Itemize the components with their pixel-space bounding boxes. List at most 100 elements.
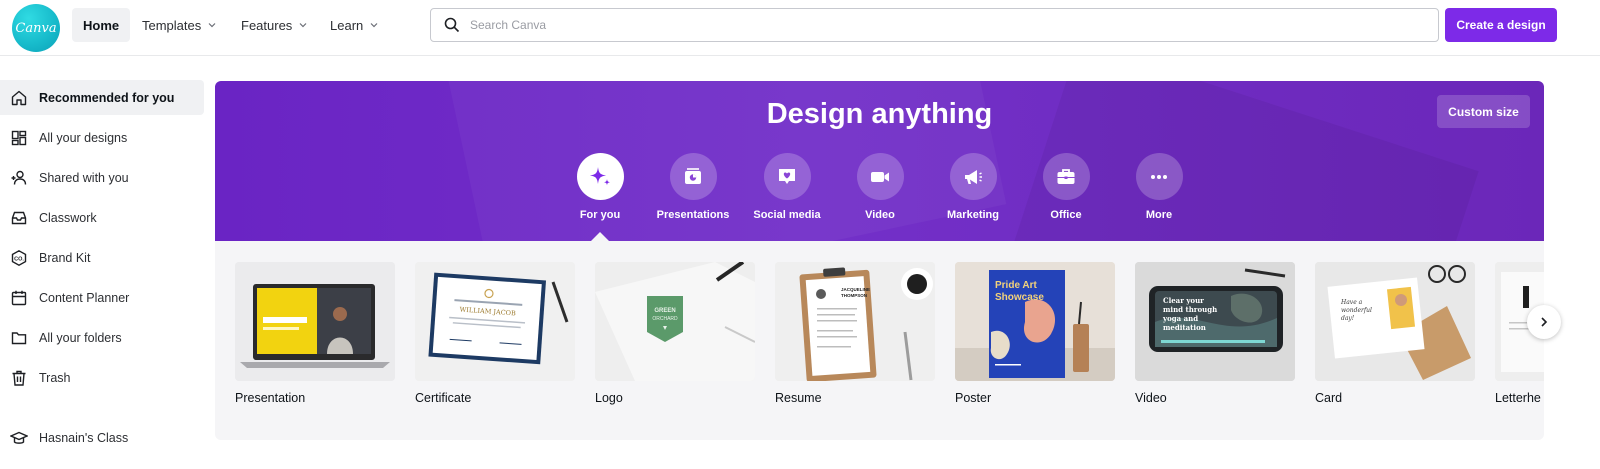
- chevron-down-icon: [299, 23, 307, 28]
- custom-size-button[interactable]: Custom size: [1437, 95, 1530, 128]
- carousel-next-button[interactable]: [1527, 305, 1561, 339]
- svg-text:THOMPSON: THOMPSON: [841, 293, 867, 298]
- nav-home[interactable]: Home: [72, 8, 131, 42]
- sidebar-item-classwork[interactable]: Classwork: [0, 200, 204, 235]
- create-design-button[interactable]: Create a design: [1445, 8, 1557, 42]
- card-label: Card: [1315, 391, 1343, 405]
- chevron-down-icon: [208, 23, 216, 28]
- active-category-pointer: [591, 232, 609, 241]
- sidebar-item-trash[interactable]: Trash: [0, 360, 204, 395]
- card-label: Certificate: [415, 391, 472, 405]
- home-icon: [10, 89, 28, 107]
- category-label: Marketing: [947, 209, 999, 221]
- megaphone-icon: [965, 169, 982, 184]
- top-bar: Canva Home Templates Features Learn Crea…: [0, 0, 1600, 56]
- hero-title: Design anything: [766, 98, 993, 130]
- category-label: For you: [579, 209, 621, 221]
- category-more[interactable]: More: [1109, 153, 1209, 221]
- design-card-certificate[interactable]: WILLIAM JACOB Certificate: [415, 262, 575, 405]
- card-thumbnail: Clear your mind through yoga and meditat…: [1135, 262, 1295, 381]
- nav-learn-label: Learn: [330, 17, 364, 33]
- chevron-down-icon: [370, 23, 378, 28]
- search-input[interactable]: [470, 18, 1370, 32]
- sidebar-item-label: Trash: [39, 370, 71, 385]
- nav-learn[interactable]: Learn: [330, 8, 379, 42]
- nav-templates-label: Templates: [142, 17, 202, 33]
- sidebar-item-label: Recommended for you: [39, 90, 175, 105]
- card-label: Video: [1135, 391, 1167, 405]
- card-thumbnail: JACQUELINE THOMPSON: [775, 262, 935, 381]
- nav-templates[interactable]: Templates: [142, 8, 217, 42]
- sidebar-item-shared[interactable]: Shared with you: [0, 160, 204, 195]
- sidebar-item-content-planner[interactable]: Content Planner: [0, 280, 204, 315]
- card-thumbnail: GREEN ORCHARD: [595, 262, 755, 381]
- design-card-logo[interactable]: GREEN ORCHARD Logo: [595, 262, 755, 405]
- category-label: Social media: [753, 209, 821, 221]
- svg-text:ORCHARD: ORCHARD: [652, 316, 678, 322]
- svg-text:Have a: Have a: [1340, 299, 1363, 306]
- sidebar-item-class[interactable]: Hasnain's Class: [0, 420, 204, 455]
- sidebar-item-recommended[interactable]: Recommended for you: [0, 80, 204, 115]
- search-box[interactable]: [430, 8, 1439, 42]
- card-label: Logo: [595, 391, 623, 405]
- sidebar-item-label: All your designs: [39, 130, 128, 145]
- category-presentations[interactable]: Presentations: [643, 153, 743, 221]
- svg-text:mind through: mind through: [1163, 305, 1217, 314]
- sidebar-item-label: Brand Kit: [39, 250, 91, 265]
- design-card-presentation[interactable]: Presentation: [235, 262, 395, 405]
- card-label: Resume: [775, 391, 822, 405]
- design-card-video[interactable]: Clear your mind through yoga and meditat…: [1135, 262, 1295, 405]
- design-types-carousel: Presentation WILLIAM JACOB Certificate G…: [215, 241, 1544, 440]
- card-label: Poster: [955, 391, 992, 405]
- sidebar-item-all-designs[interactable]: All your designs: [0, 120, 204, 155]
- design-card-card[interactable]: Have a wonderful day! Card: [1315, 262, 1475, 405]
- card-thumbnail: Pride Art Showcase: [955, 262, 1115, 381]
- sidebar-item-folders[interactable]: All your folders: [0, 320, 204, 355]
- grid-icon: [10, 129, 28, 147]
- graduation-cap-icon: [10, 429, 28, 447]
- search-icon: [444, 17, 460, 33]
- sparkle-icon: [590, 166, 610, 185]
- sidebar: Recommended for you All your designs Sha…: [0, 80, 204, 445]
- card-label: Letterhe: [1495, 391, 1541, 405]
- inbox-icon: [10, 209, 28, 227]
- category-office[interactable]: Office: [1016, 153, 1116, 221]
- svg-text:Showcase: Showcase: [995, 292, 1044, 303]
- chevron-right-icon: [1541, 317, 1548, 327]
- card-label: Presentation: [235, 391, 306, 405]
- brand-kit-icon: CO.: [10, 249, 28, 267]
- sidebar-item-label: Classwork: [39, 210, 97, 225]
- category-social-media[interactable]: Social media: [737, 153, 837, 221]
- video-camera-icon: [871, 171, 889, 182]
- svg-text:yoga and: yoga and: [1162, 314, 1198, 323]
- more-dots-icon: [1151, 174, 1167, 179]
- category-label: More: [1145, 209, 1173, 221]
- presentation-icon: [685, 167, 701, 184]
- category-marketing[interactable]: Marketing: [923, 153, 1023, 221]
- canva-logo[interactable]: Canva: [12, 4, 60, 52]
- category-for-you[interactable]: For you: [550, 153, 650, 221]
- nav-features-label: Features: [241, 17, 293, 33]
- design-card-resume[interactable]: JACQUELINE THOMPSON Resume: [775, 262, 935, 405]
- svg-text:day!: day!: [1341, 315, 1355, 322]
- design-card-poster[interactable]: Pride Art Showcase Poster: [955, 262, 1115, 405]
- svg-text:JACQUELINE: JACQUELINE: [841, 287, 870, 292]
- nav-features[interactable]: Features: [241, 8, 308, 42]
- sidebar-item-label: Content Planner: [39, 290, 130, 305]
- card-thumbnail: [235, 262, 395, 381]
- calendar-icon: [10, 289, 28, 307]
- category-label: Office: [1050, 209, 1082, 221]
- trash-icon: [10, 369, 28, 387]
- category-label: Video: [865, 209, 895, 221]
- heart-message-icon: [779, 168, 795, 184]
- users-icon: [10, 169, 28, 187]
- design-anything-banner: Design anything Custom size For you Pres…: [215, 81, 1544, 241]
- category-video[interactable]: Video: [830, 153, 930, 221]
- svg-text:meditation: meditation: [1163, 323, 1206, 332]
- logo-text: Canva: [15, 20, 57, 36]
- sidebar-item-label: All your folders: [39, 330, 122, 345]
- sidebar-item-label: Hasnain's Class: [39, 430, 129, 445]
- sidebar-item-brand-kit[interactable]: CO. Brand Kit: [0, 240, 204, 275]
- svg-text:GREEN: GREEN: [654, 308, 675, 314]
- svg-text:Clear your: Clear your: [1163, 296, 1204, 305]
